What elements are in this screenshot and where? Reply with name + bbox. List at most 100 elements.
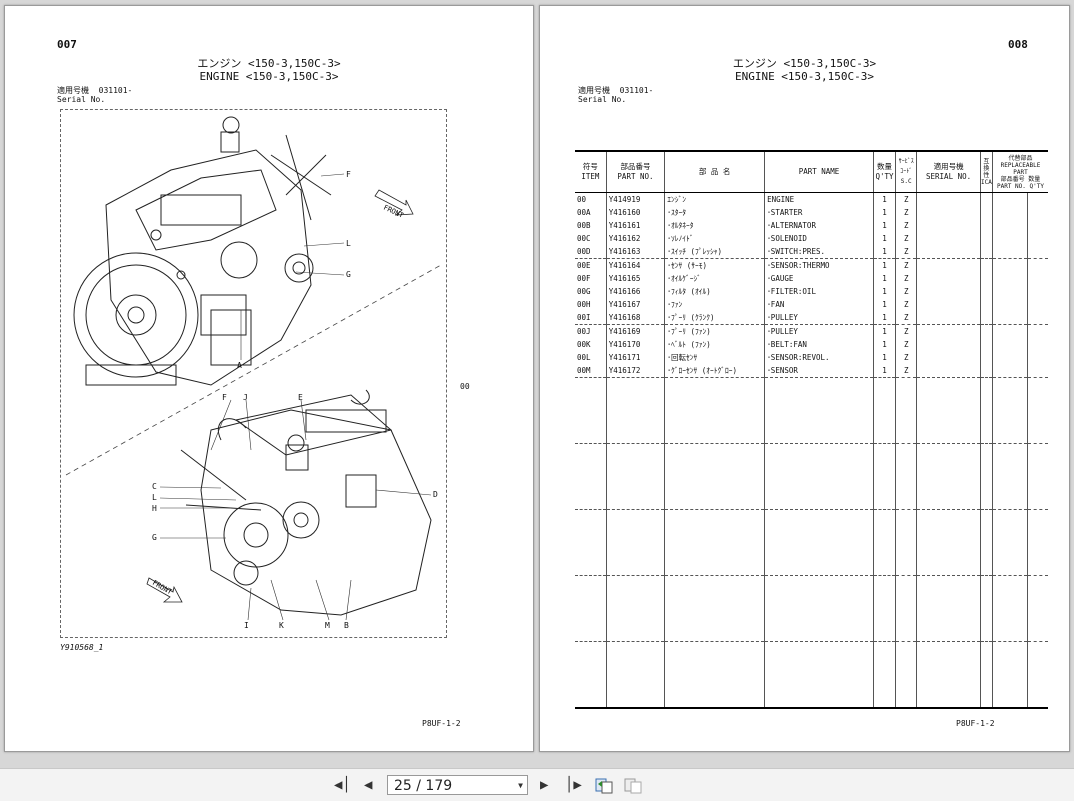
empty-row-block bbox=[575, 575, 1048, 642]
two-page-view-icon[interactable] bbox=[594, 776, 614, 794]
first-page-icon[interactable]: ◀│ bbox=[334, 777, 351, 793]
rep-qty-cell bbox=[1027, 192, 1048, 206]
empty-cell bbox=[991, 641, 1028, 709]
sc-cell: Z bbox=[895, 364, 917, 378]
ica-cell bbox=[979, 232, 993, 245]
sc-cell: Z bbox=[895, 311, 917, 325]
page-title-jp: エンジン <150-3,150C-3> bbox=[197, 57, 341, 70]
empty-row-block bbox=[575, 509, 1048, 576]
ica-cell bbox=[979, 258, 993, 272]
empty-cell bbox=[872, 509, 896, 576]
serial-cell bbox=[916, 338, 981, 351]
col-ica: 互換性 ICA bbox=[979, 150, 993, 193]
qty-cell: 1 bbox=[872, 219, 896, 232]
rep-qty-cell bbox=[1027, 351, 1048, 364]
callout-f-upper: F bbox=[346, 170, 351, 179]
engine-illustration: FRONT FRONT bbox=[65, 116, 456, 621]
single-page-view-icon[interactable] bbox=[623, 776, 643, 794]
serial-cell bbox=[916, 324, 981, 338]
empty-cell bbox=[895, 377, 917, 444]
callout-h: H bbox=[152, 504, 157, 513]
name-jp-cell: ･ｽﾀｰﾀ bbox=[664, 206, 765, 219]
col-item: 符号 ITEM bbox=[575, 150, 607, 193]
lower-engine-view bbox=[180, 389, 432, 616]
qty-cell: 1 bbox=[872, 192, 896, 206]
col-part-name: PART NAME bbox=[764, 150, 874, 193]
empty-cell bbox=[1027, 509, 1048, 576]
empty-cell bbox=[764, 377, 874, 444]
empty-cell bbox=[764, 575, 874, 642]
viewer-toolbar: ◀│ ◀ 25 / 179 ▼ ▶ │▶ bbox=[0, 768, 1074, 801]
sc-cell: Z bbox=[895, 206, 917, 219]
empty-cell bbox=[979, 575, 993, 642]
item-cell: 00C bbox=[577, 234, 591, 243]
table-row: 00E Y416164 ･ｾﾝｻ (ｻｰﾓ) ･SENSOR:THERMO 1 Z bbox=[575, 258, 1048, 272]
sc-cell: Z bbox=[895, 219, 917, 232]
next-page-icon[interactable]: ▶ bbox=[540, 777, 548, 793]
empty-cell bbox=[916, 443, 981, 510]
empty-cell bbox=[991, 377, 1028, 444]
col-name-jp: 部 品 名 bbox=[664, 150, 765, 193]
name-jp-cell: ･ｵﾙﾀﾈｰﾀ bbox=[664, 219, 765, 232]
item-cell: 00M bbox=[577, 366, 591, 375]
page-title-en: ENGINE <150-3,150C-3> bbox=[734, 70, 875, 83]
col-replaceable: 代替部品 REPLACEABLE PART 部品番号 数量 PART NO. Q… bbox=[991, 150, 1048, 193]
part-name-cell: ･SOLENOID bbox=[764, 232, 874, 245]
part-name-cell: ENGINE bbox=[764, 192, 874, 206]
empty-cell bbox=[872, 641, 896, 709]
part-name-cell: ･ALTERNATOR bbox=[764, 219, 874, 232]
name-jp-cell: ･ｿﾚﾉｲﾄﾞ bbox=[664, 232, 765, 245]
callout-assembly-00: 00 bbox=[460, 382, 470, 391]
part-no-cell: Y416163 bbox=[605, 245, 665, 259]
previous-page-icon[interactable]: ◀ bbox=[364, 777, 372, 793]
empty-cell bbox=[605, 377, 665, 444]
rep-qty-cell bbox=[1027, 364, 1048, 378]
rep-qty-cell bbox=[1027, 338, 1048, 351]
part-name-cell: ･GAUGE bbox=[764, 272, 874, 285]
qty-cell: 1 bbox=[872, 298, 896, 311]
callout-m: M bbox=[325, 621, 330, 630]
empty-cell bbox=[575, 443, 607, 510]
serial-cell bbox=[916, 298, 981, 311]
callout-j: J bbox=[243, 393, 248, 402]
serial-block: 適用号機 031101- Serial No. bbox=[578, 86, 653, 104]
rep-part-no-cell bbox=[991, 272, 1028, 285]
empty-cell bbox=[991, 443, 1028, 510]
qty-cell: 1 bbox=[872, 351, 896, 364]
serial-label-jp: 適用号機 bbox=[578, 86, 610, 95]
page-title-jp: エンジン <150-3,150C-3> bbox=[732, 57, 877, 70]
part-no-cell: Y416170 bbox=[605, 338, 665, 351]
sc-cell: Z bbox=[895, 192, 917, 206]
empty-cell bbox=[664, 509, 765, 576]
callout-l-upper: L bbox=[346, 239, 351, 248]
empty-cell bbox=[872, 443, 896, 510]
table-row: 00C Y416162 ･ｿﾚﾉｲﾄﾞ ･SOLENOID 1 Z bbox=[575, 232, 1048, 245]
rep-qty-cell bbox=[1027, 258, 1048, 272]
name-jp-cell: ｴﾝｼﾞﾝ bbox=[664, 192, 765, 206]
last-page-icon[interactable]: │▶ bbox=[565, 777, 582, 793]
ica-cell bbox=[979, 192, 993, 206]
serial-cell bbox=[916, 206, 981, 219]
ica-cell bbox=[979, 206, 993, 219]
empty-cell bbox=[764, 641, 874, 709]
empty-cell bbox=[916, 377, 981, 444]
callout-b: B bbox=[344, 621, 349, 630]
table-row: 00H Y416167 ･ﾌｧﾝ ･FAN 1 Z bbox=[575, 298, 1048, 311]
table-row: 00K Y416170 ･ﾍﾞﾙﾄ (ﾌｧﾝ) ･BELT:FAN 1 Z bbox=[575, 338, 1048, 351]
rep-part-no-cell bbox=[991, 206, 1028, 219]
rep-part-no-cell bbox=[991, 192, 1028, 206]
part-no-cell: Y416164 bbox=[605, 258, 665, 272]
ica-cell bbox=[979, 272, 993, 285]
serial-cell bbox=[916, 258, 981, 272]
page-number-select[interactable]: 25 / 179 ▼ bbox=[387, 775, 528, 795]
item-cell: 00H bbox=[577, 300, 591, 309]
empty-cell bbox=[575, 641, 607, 709]
qty-cell: 1 bbox=[872, 232, 896, 245]
qty-cell: 1 bbox=[872, 245, 896, 259]
serial-block: 適用号機 031101- Serial No. bbox=[57, 86, 132, 104]
rep-part-no-cell bbox=[991, 245, 1028, 259]
name-jp-cell: ･ﾍﾞﾙﾄ (ﾌｧﾝ) bbox=[664, 338, 765, 351]
part-no-cell: Y416161 bbox=[605, 219, 665, 232]
serial-label-jp: 適用号機 bbox=[57, 86, 89, 95]
qty-cell: 1 bbox=[872, 364, 896, 378]
